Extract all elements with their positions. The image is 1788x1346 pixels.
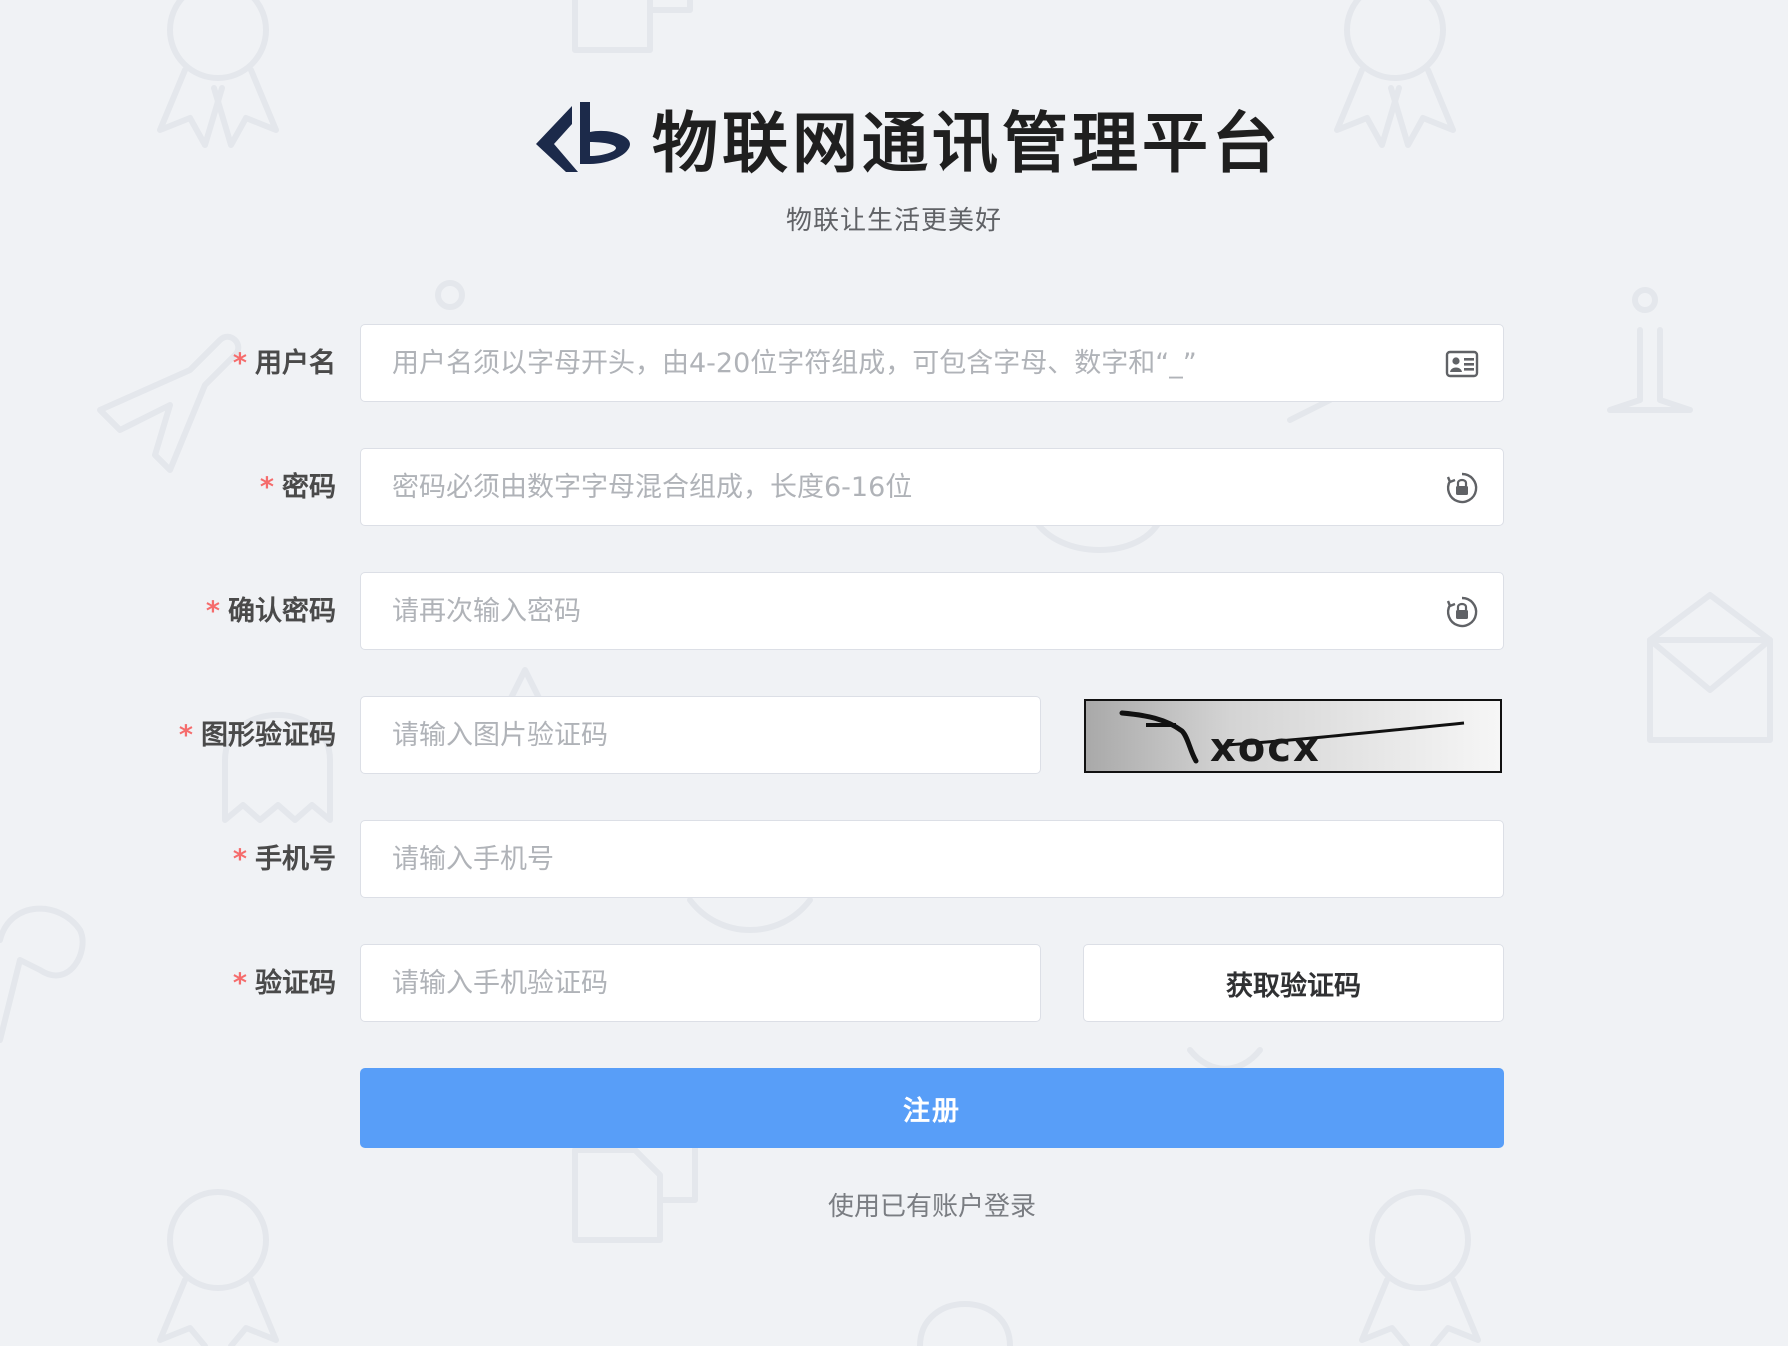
image-captcha-row: *图形验证码 xocx	[0, 696, 1788, 776]
register-button[interactable]: 注册	[360, 1068, 1504, 1148]
image-captcha-label: * 图形验证码	[178, 720, 336, 751]
image-captcha-field	[360, 696, 1041, 774]
sms-code-row: *验证码 获取验证码	[0, 944, 1788, 1024]
password-row: * 密码	[0, 448, 1788, 528]
confirm-password-field	[360, 572, 1504, 650]
username-label: * 用户名	[232, 348, 336, 379]
get-code-button[interactable]: 获取验证码	[1083, 944, 1504, 1022]
password-input[interactable]	[361, 449, 1444, 525]
phone-input[interactable]	[361, 821, 1444, 897]
document-icon	[572, 0, 693, 53]
required-mark: *	[232, 968, 247, 999]
award-icon	[157, 1189, 279, 1346]
username-field	[360, 324, 1504, 402]
brand: 物联网通讯管理平台	[536, 90, 1282, 186]
password-field	[360, 448, 1504, 526]
confirm-password-label: * 确认密码	[205, 596, 336, 627]
logo-icon	[536, 102, 630, 172]
required-mark: *	[232, 844, 247, 875]
sms-code-label: * 验证码	[232, 968, 336, 999]
slogan: 物联让生活更美好	[785, 206, 1002, 236]
required-mark: *	[259, 472, 274, 503]
username-input[interactable]	[361, 325, 1444, 401]
confirm-password-row: * 确认密码	[0, 572, 1788, 652]
sms-code-input[interactable]	[361, 945, 981, 1021]
phone-field	[360, 820, 1504, 898]
confirm-password-input[interactable]	[361, 573, 1444, 649]
page-title: 物联网通讯管理平台	[652, 105, 1282, 182]
lock-icon	[1446, 596, 1478, 628]
captcha-image[interactable]: xocx	[1084, 699, 1502, 773]
sms-code-field	[360, 944, 1041, 1022]
image-captcha-input[interactable]	[361, 697, 981, 773]
username-row: * 用户名	[0, 324, 1788, 404]
required-mark: *	[232, 348, 247, 379]
id-card-icon	[1445, 350, 1479, 378]
phone-row: * 手机号	[0, 820, 1788, 900]
lock-icon	[1446, 472, 1478, 504]
password-label: * 密码	[259, 472, 336, 503]
required-mark: *	[205, 596, 220, 627]
clock-icon	[917, 1301, 1013, 1346]
page-header: 物联网通讯管理平台 物联让生活更美好	[0, 90, 1788, 237]
captcha-text: xocx	[1210, 725, 1321, 771]
login-link[interactable]: 使用已有账户登录	[360, 1186, 1504, 1223]
required-mark: *	[178, 720, 193, 751]
phone-label: * 手机号	[232, 844, 336, 875]
